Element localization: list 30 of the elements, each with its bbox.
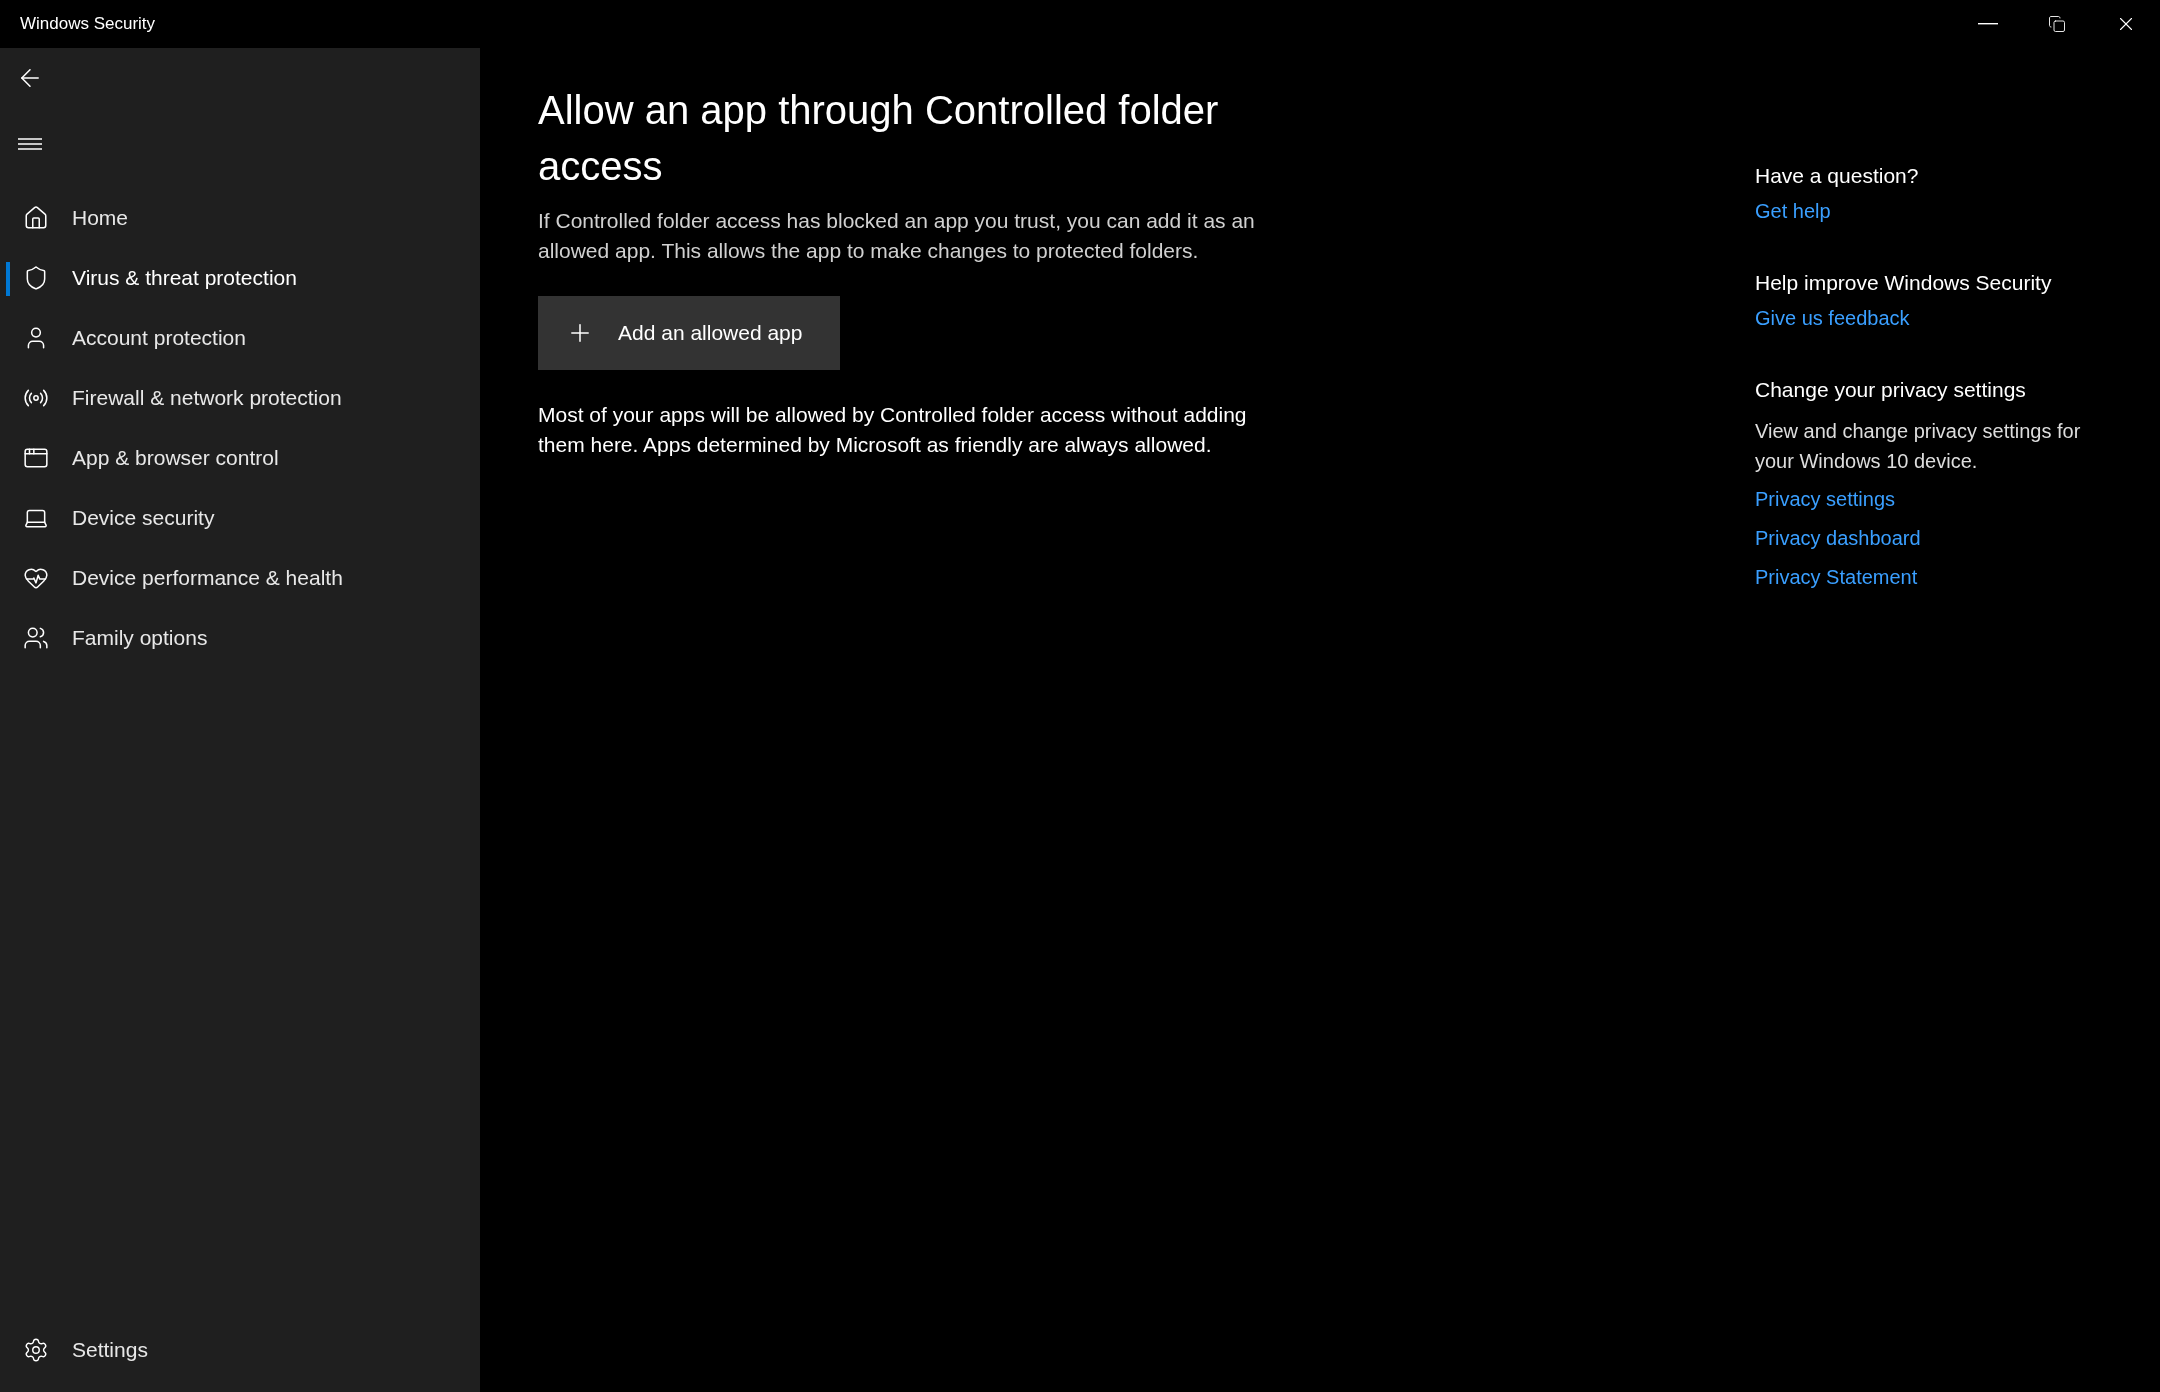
section-text: View and change privacy settings for your Windows 10 device. [1755, 419, 2082, 474]
home-icon [23, 205, 49, 231]
nav-item[interactable]: Device performance & health [0, 548, 480, 608]
help-link[interactable]: Privacy Statement [1755, 562, 2100, 593]
description-text: If Controlled folder access has blocked an app you trust, you can add it as an allowed app. This allows the app to make changes to protected folders. [538, 208, 1256, 264]
nav-item[interactable]: Account protection [0, 308, 480, 368]
section-heading: Help improve Windows Security [1755, 271, 2053, 295]
restore-icon [2047, 15, 2066, 33]
nav-item[interactable]: Virus & threat protection [0, 248, 480, 308]
heart-icon [23, 565, 49, 591]
nav-item[interactable]: Firewall & network protection [0, 368, 480, 428]
section-heading: Have a question? [1755, 164, 1920, 188]
settings-nav-item[interactable]: Settings [0, 1320, 480, 1380]
add-allowed-app-button[interactable]: Add an allowed app [538, 296, 841, 370]
menu-icon [17, 136, 43, 152]
gear-icon [23, 1337, 49, 1363]
nav-item[interactable]: App & browser control [0, 428, 480, 488]
window-title: Windows Security [20, 14, 156, 34]
nav-item[interactable]: Home [0, 188, 480, 248]
help-link[interactable]: Get help [1755, 196, 2100, 227]
minimize-icon [1977, 23, 1998, 25]
help-link[interactable]: Privacy settings [1755, 484, 2100, 515]
help-link[interactable]: Privacy dashboard [1755, 523, 2100, 554]
page-title: Allow an app through Controlled folder access [538, 87, 1220, 190]
section-heading: Change your privacy settings [1755, 378, 2027, 402]
nav-item[interactable]: Family options [0, 608, 480, 668]
nav-item[interactable]: Device security [0, 488, 480, 548]
people-icon [23, 625, 49, 651]
help-link[interactable]: Give us feedback [1755, 303, 2100, 334]
note-text: Most of your apps will be allowed by Controlled folder access without adding them here. Apps determined by Microsoft as friendly are always allowed. [538, 402, 1248, 458]
